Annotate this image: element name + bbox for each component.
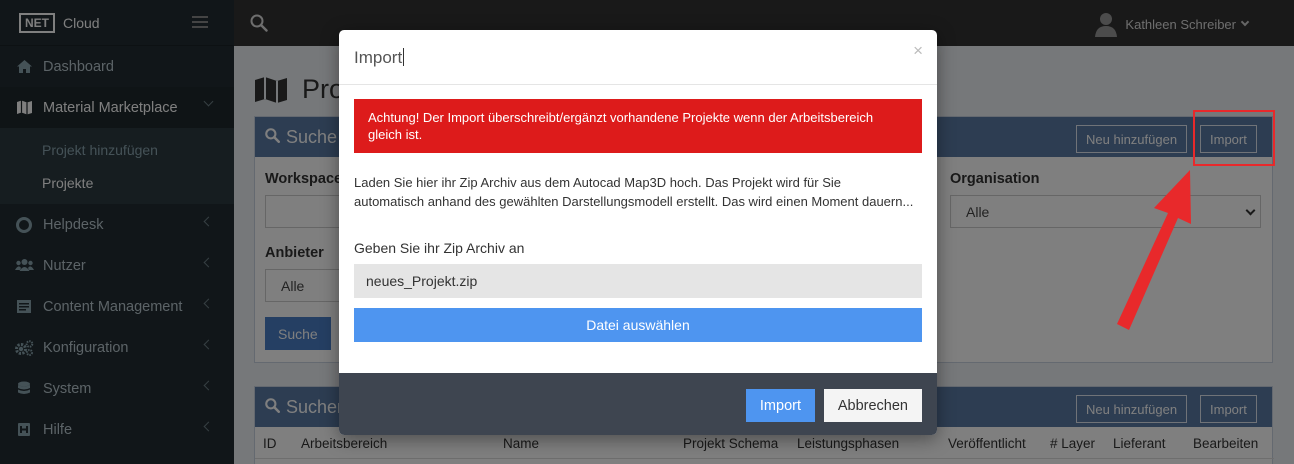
import-submit-button[interactable]: Import	[745, 389, 815, 422]
annotation-arrow-icon	[1117, 170, 1191, 330]
import-modal: Import × Achtung! Der Import überschreib…	[339, 30, 937, 435]
file-label: Geben Sie ihr Zip Archiv an	[354, 240, 525, 256]
cancel-button[interactable]: Abbrechen	[823, 389, 922, 422]
choose-file-button[interactable]: Datei auswählen	[354, 308, 922, 342]
warning-alert: Achtung! Der Import überschreibt/ergänzt…	[354, 99, 922, 153]
close-icon[interactable]: ×	[913, 41, 923, 61]
modal-footer: Import Abbrechen	[339, 373, 937, 435]
annotation-highlight	[1193, 110, 1275, 166]
modal-intro-text: Laden Sie hier ihr Zip Archiv aus dem Au…	[354, 175, 914, 209]
modal-header: Import ×	[339, 30, 937, 85]
file-name-field[interactable]: neues_Projekt.zip	[354, 264, 922, 298]
modal-title: Import	[354, 48, 403, 67]
